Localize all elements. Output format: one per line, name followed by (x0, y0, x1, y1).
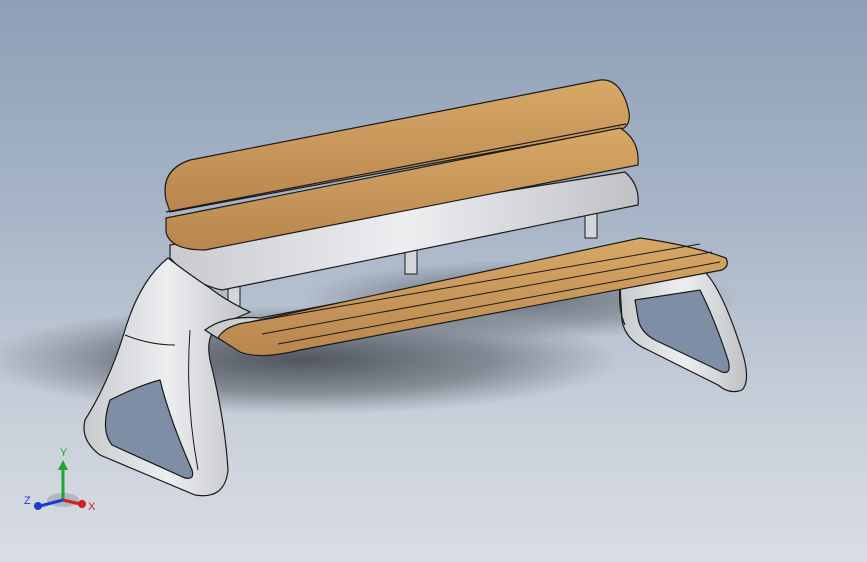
bench-model[interactable] (0, 0, 867, 562)
axis-triad: Y X Z (18, 440, 108, 530)
x-axis-tip (78, 500, 86, 508)
z-axis-label: Z (24, 495, 31, 507)
y-axis-arrow (58, 460, 68, 470)
y-axis-label: Y (60, 447, 68, 459)
x-axis-label: X (88, 501, 96, 513)
z-axis-tip (34, 502, 42, 510)
3d-viewport[interactable]: Y X Z (0, 0, 867, 562)
